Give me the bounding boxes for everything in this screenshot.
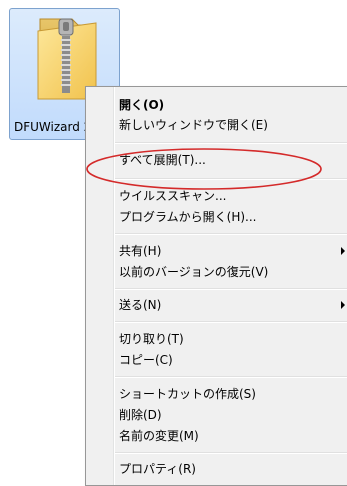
menu-separator xyxy=(115,142,347,144)
menu-separator xyxy=(115,452,347,454)
menu-separator xyxy=(115,233,347,235)
submenu-arrow-icon xyxy=(341,301,345,309)
menu-separator xyxy=(115,321,347,323)
menu-item-open[interactable]: 開く(O) xyxy=(119,95,164,115)
menu-separator xyxy=(115,288,347,290)
menu-item-delete[interactable]: 削除(D) xyxy=(119,405,162,425)
menu-item-copy[interactable]: コピー(C) xyxy=(119,350,173,370)
menu-item-open-with[interactable]: プログラムから開く(H)... xyxy=(119,207,256,227)
menu-item-create-shortcut[interactable]: ショートカットの作成(S) xyxy=(119,384,256,404)
menu-item-rename[interactable]: 名前の変更(M) xyxy=(119,426,199,446)
menu-item-send-to[interactable]: 送る(N) xyxy=(119,295,161,315)
menu-item-share[interactable]: 共有(H) xyxy=(119,241,161,261)
menu-item-properties[interactable]: プロパティ(R) xyxy=(119,459,196,479)
menu-item-cut[interactable]: 切り取り(T) xyxy=(119,329,184,349)
highlight-ellipse xyxy=(86,148,322,190)
file-name-label: DFUWizard 2 xyxy=(14,120,92,134)
menu-item-restore-previous-versions[interactable]: 以前のバージョンの復元(V) xyxy=(119,262,268,282)
menu-item-open-new-window[interactable]: 新しいウィンドウで開く(E) xyxy=(119,115,268,135)
menu-separator xyxy=(115,376,347,378)
submenu-arrow-icon xyxy=(341,247,345,255)
